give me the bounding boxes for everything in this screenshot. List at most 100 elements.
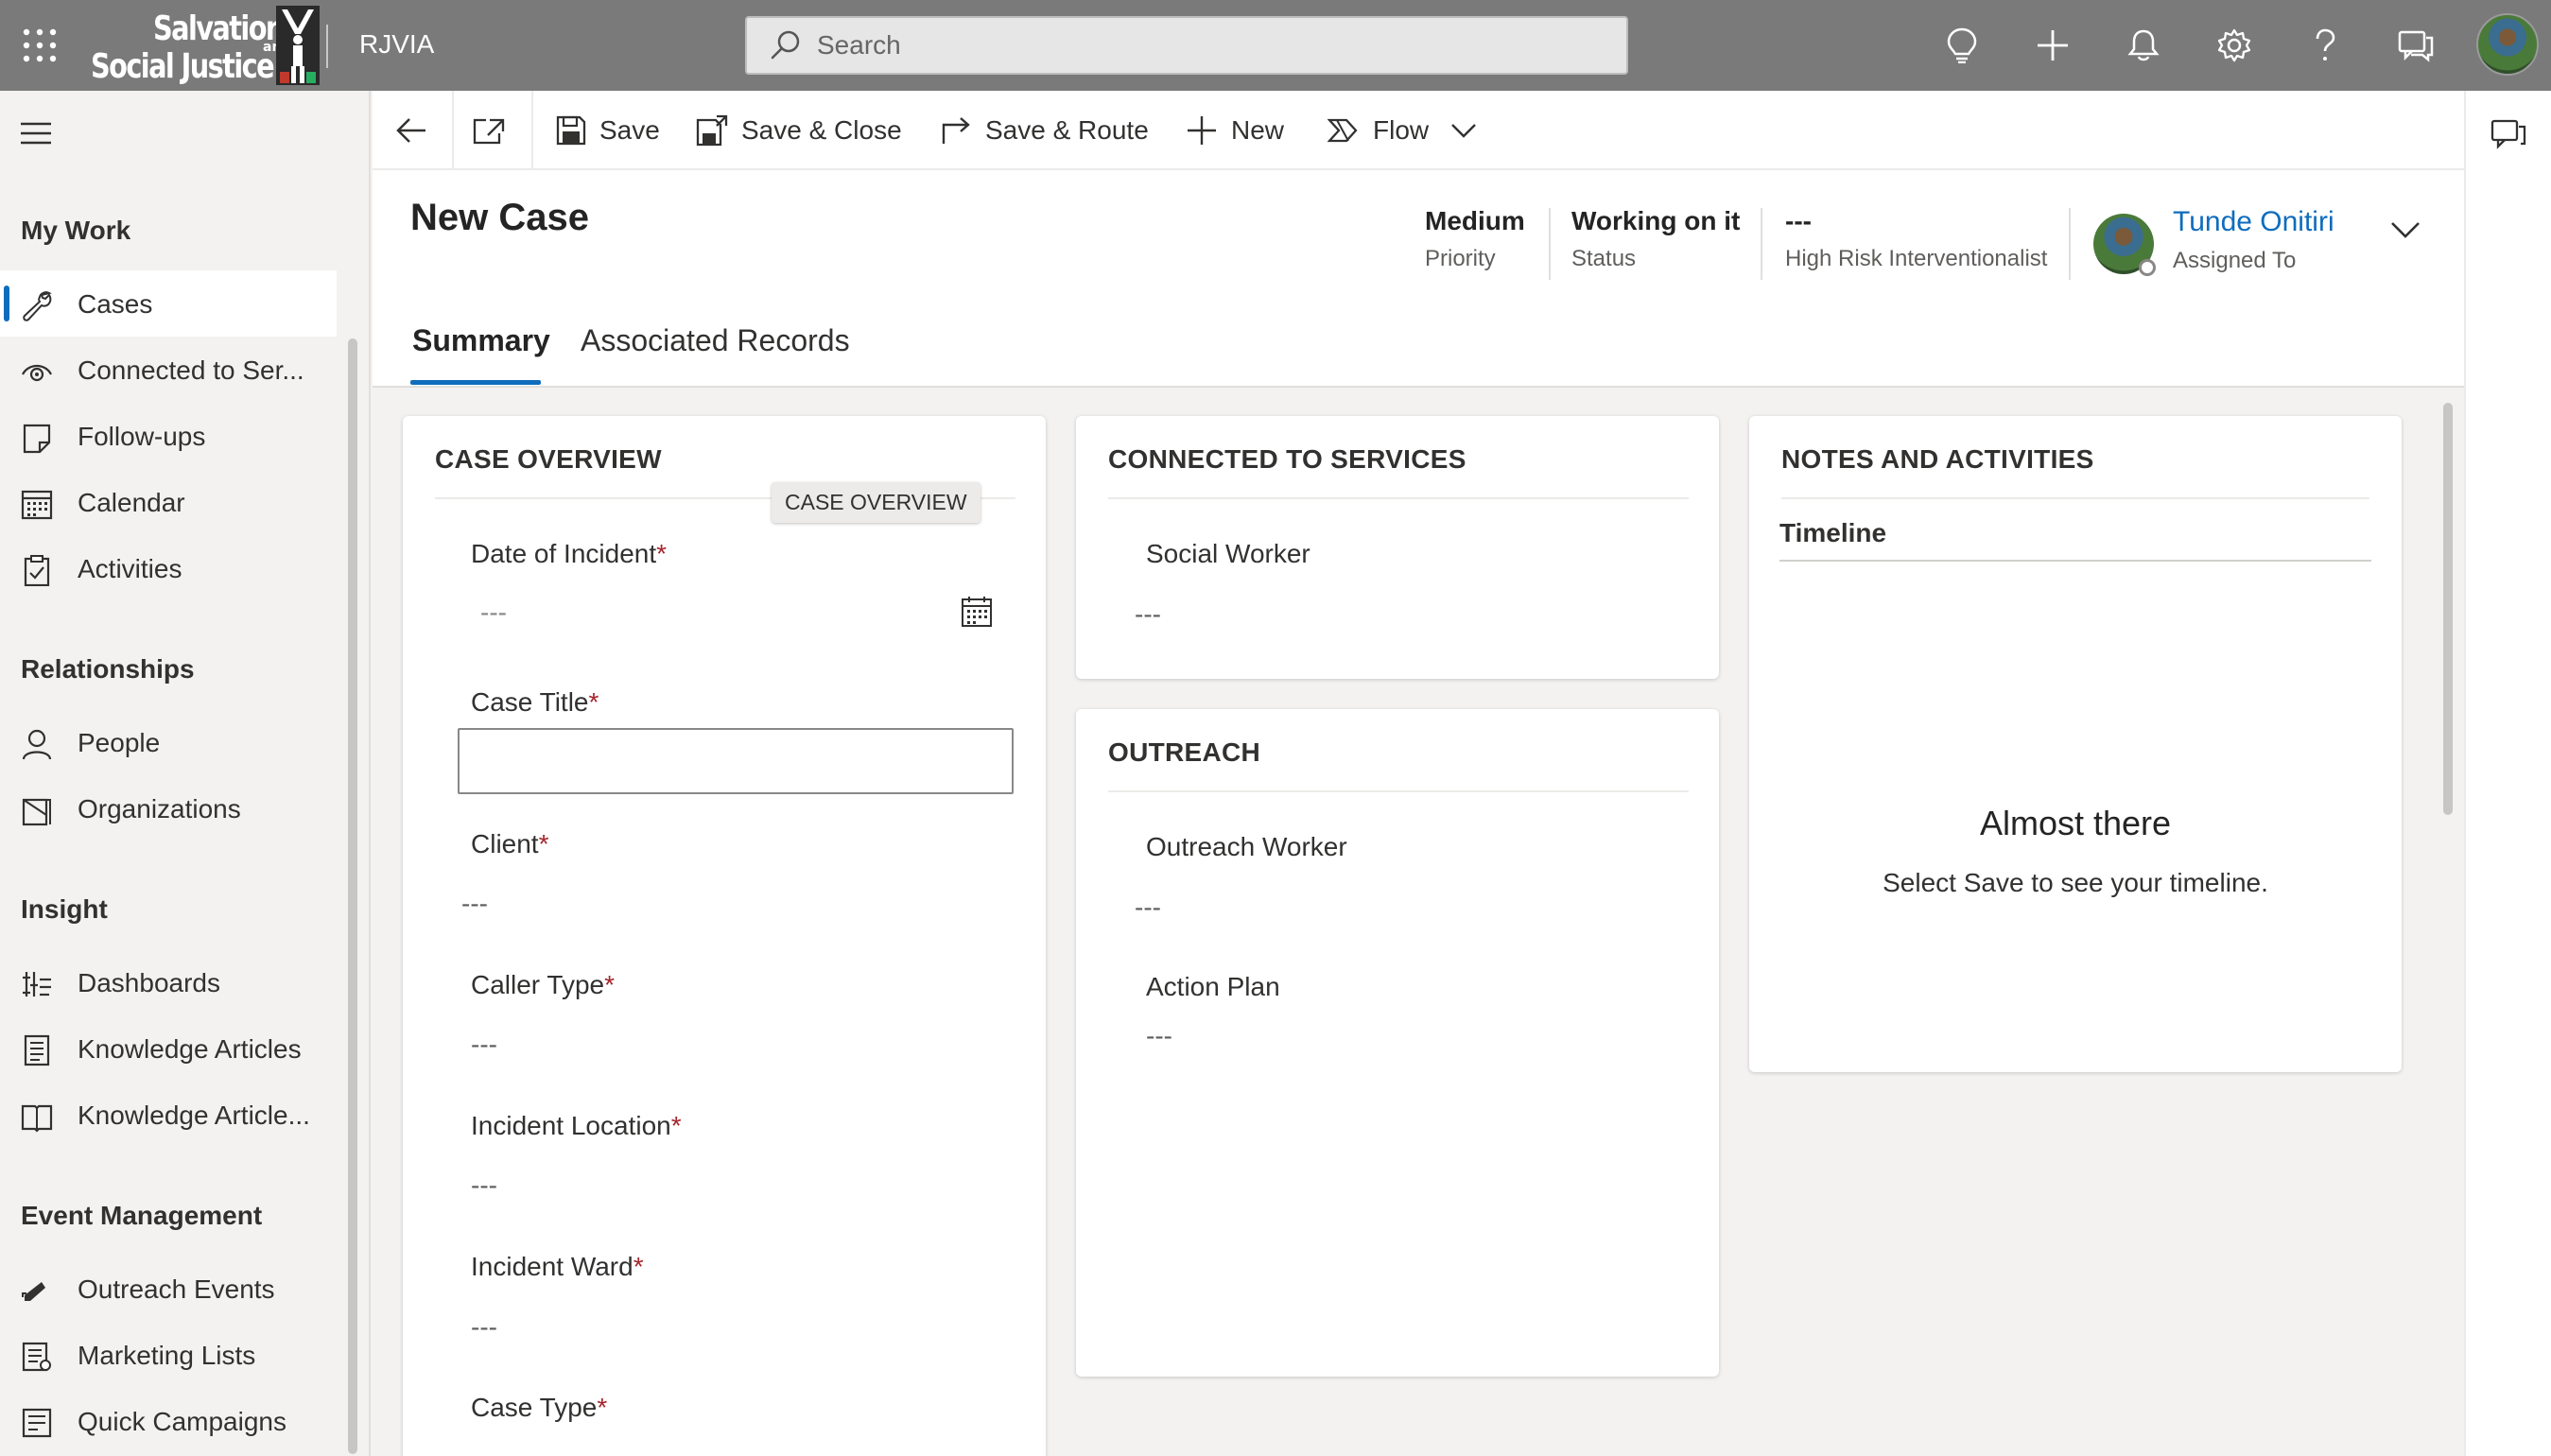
building-icon — [22, 798, 51, 826]
client-field[interactable]: --- — [461, 889, 488, 919]
section-title: NOTES AND ACTIVITIES — [1781, 444, 2094, 474]
sidebar-item-label: Outreach Events — [78, 1274, 275, 1304]
sidebar-item-knowledge-articles[interactable]: Knowledge Articles — [0, 1015, 337, 1082]
help-icon[interactable] — [2302, 23, 2348, 68]
outreach-worker-label: Outreach Worker — [1146, 832, 1347, 861]
form-header: New Case Medium Priority Working on it S… — [373, 170, 2464, 388]
assigned-to-name[interactable]: Tunde Onitiri — [2173, 206, 2334, 238]
right-rail — [2464, 91, 2551, 1456]
sidebar-item-activities[interactable]: Activities — [0, 535, 337, 601]
open-new-window-button[interactable] — [473, 104, 505, 157]
back-button[interactable] — [395, 104, 427, 157]
save-and-close-button[interactable]: Save & Close — [696, 104, 902, 157]
app-name[interactable]: RJVIA — [359, 29, 434, 60]
article-icon — [24, 1034, 50, 1066]
dashboard-icon — [23, 972, 51, 997]
sidebar-item-knowledge-article-views[interactable]: Knowledge Article... — [0, 1082, 337, 1148]
date-of-incident-field[interactable]: --- — [480, 598, 507, 628]
search-icon — [771, 30, 800, 60]
bell-icon[interactable] — [2121, 23, 2166, 68]
tab-summary[interactable]: Summary — [412, 323, 550, 358]
case-title-input[interactable] — [458, 728, 1014, 794]
chevron-down-icon — [1451, 124, 1476, 138]
section-divider — [1108, 497, 1689, 499]
sidebar-item-connected-to-services[interactable]: Connected to Ser... — [0, 337, 337, 403]
sidebar-item-outreach-events[interactable]: Outreach Events — [0, 1256, 337, 1322]
caller-type-field[interactable]: --- — [471, 1030, 497, 1060]
flow-button-label: Flow — [1373, 115, 1430, 145]
save-close-icon — [696, 114, 728, 147]
sidebar-item-people[interactable]: People — [0, 709, 337, 775]
header-field-status[interactable]: Working on it Status — [1571, 206, 1740, 272]
save-button[interactable]: Save — [556, 104, 660, 157]
user-avatar[interactable] — [2476, 13, 2539, 76]
sidebar-scrollbar[interactable] — [348, 338, 357, 1454]
sidebar-item-follow-ups[interactable]: Follow-ups — [0, 403, 337, 469]
sidebar-item-marketing-lists[interactable]: Marketing Lists — [0, 1322, 337, 1388]
search-box[interactable] — [745, 16, 1628, 75]
header-expand-chevron-icon[interactable] — [2386, 212, 2424, 250]
chat-icon[interactable] — [2393, 23, 2438, 68]
form-scrollbar[interactable] — [2443, 403, 2453, 815]
outreach-worker-field[interactable]: --- — [1135, 893, 1161, 923]
flow-dropdown-button[interactable] — [1450, 104, 1477, 157]
plus-icon — [1188, 116, 1216, 145]
sidebar-item-calendar[interactable]: Calendar — [0, 469, 337, 535]
sidebar-item-dashboards[interactable]: Dashboards — [0, 949, 337, 1015]
new-button[interactable]: New — [1186, 104, 1284, 157]
required-asterisk: * — [604, 970, 616, 999]
eye-icon — [22, 364, 52, 382]
sidebar-item-label: Organizations — [78, 794, 241, 823]
campaign-icon — [22, 1408, 52, 1438]
calendar-picker-icon[interactable] — [961, 596, 993, 628]
sidebar-item-organizations[interactable]: Organizations — [0, 775, 337, 841]
case-title-label: Case Title* — [471, 687, 599, 717]
wrench-icon — [23, 291, 52, 321]
required-asterisk: * — [656, 539, 668, 568]
sidebar-section-event-management: Event Management — [21, 1201, 263, 1230]
org-logo[interactable]: Salvation Social Justice and — [87, 6, 323, 86]
social-worker-field[interactable]: --- — [1135, 599, 1161, 630]
header-field-assigned-to[interactable]: Tunde Onitiri Assigned To — [2173, 206, 2334, 274]
sidebar-item-quick-campaigns[interactable]: Quick Campaigns — [0, 1388, 337, 1454]
gear-icon[interactable] — [2212, 23, 2257, 68]
assigned-avatar[interactable] — [2093, 214, 2156, 276]
hamburger-menu-icon[interactable] — [19, 119, 53, 147]
connected-to-services-section: CONNECTED TO SERVICES Social Worker --- — [1076, 416, 1719, 679]
flow-button[interactable]: Flow — [1328, 104, 1429, 157]
header-field-priority[interactable]: Medium Priority — [1425, 206, 1525, 272]
header-separator — [2069, 208, 2071, 280]
app-launcher-icon[interactable] — [21, 26, 59, 64]
topbar-divider — [326, 25, 328, 68]
plus-icon[interactable] — [2030, 23, 2075, 68]
sidebar-item-label: Knowledge Article... — [78, 1101, 310, 1130]
required-asterisk: * — [597, 1393, 608, 1422]
command-bar: Save Save & Close Save & Route New Flow — [373, 91, 2464, 170]
tab-associated-records[interactable]: Associated Records — [581, 323, 850, 358]
sidebar-item-cases[interactable]: Cases — [0, 270, 337, 337]
header-field-high-risk[interactable]: --- High Risk Interventionalist — [1785, 206, 2047, 272]
sidebar-section-insight: Insight — [21, 894, 108, 924]
sidebar-item-label: Dashboards — [78, 968, 220, 997]
sidebar-item-label: Marketing Lists — [78, 1341, 256, 1370]
book-icon — [21, 1104, 53, 1133]
pop-out-icon — [473, 118, 505, 145]
sidebar: My Work Cases Connected to Ser... Follow… — [0, 91, 371, 1456]
sidebar-item-label: Connected to Ser... — [78, 355, 304, 385]
search-input[interactable] — [817, 30, 1573, 61]
lightbulb-icon[interactable] — [1939, 23, 1985, 68]
save-and-route-button[interactable]: Save & Route — [940, 104, 1149, 157]
logo-figure-icon — [276, 6, 320, 85]
sidebar-item-label: Cases — [78, 289, 153, 319]
route-icon — [942, 117, 970, 144]
caller-type-label: Caller Type* — [471, 970, 616, 999]
action-plan-field[interactable]: --- — [1146, 1021, 1172, 1051]
conversations-icon[interactable] — [2490, 117, 2526, 149]
section-title: OUTREACH — [1108, 737, 1261, 767]
section-divider — [1781, 497, 2369, 499]
sidebar-item-label: Activities — [78, 554, 182, 583]
required-asterisk: * — [633, 1252, 644, 1281]
incident-ward-field[interactable]: --- — [471, 1312, 497, 1343]
incident-location-field[interactable]: --- — [471, 1170, 497, 1201]
timeline-label: Timeline — [1779, 518, 1887, 547]
